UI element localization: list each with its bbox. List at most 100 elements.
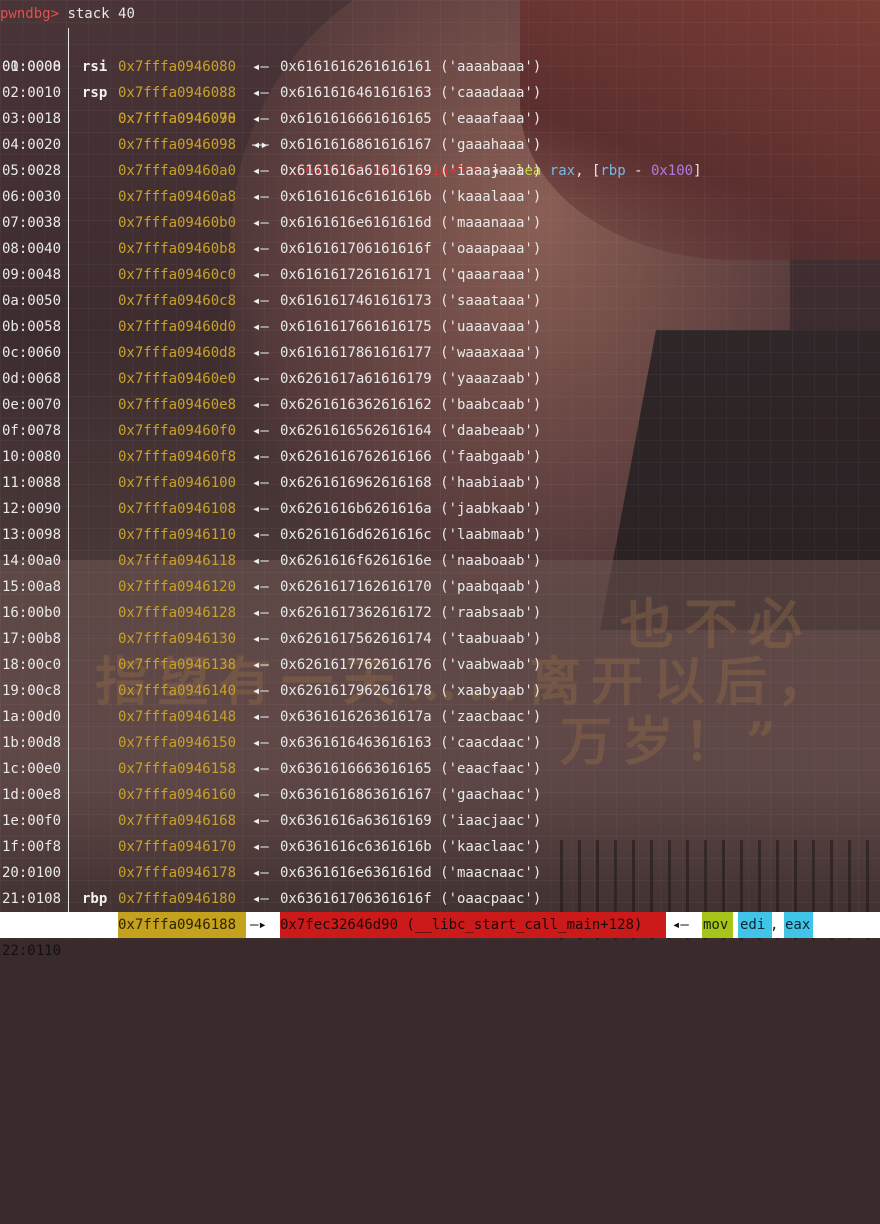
- stack-value: 0x6261616f6261616e ('naaboaab'): [280, 553, 542, 569]
- stack-value: 0x6161616261616161 ('aaaabaaa'): [280, 59, 542, 75]
- stack-offset: 13:0098: [2, 527, 62, 543]
- pointer-arrow: ◂—: [252, 865, 269, 881]
- stack-offset: 06:0030: [2, 189, 62, 205]
- stack-row: 08:0040 0x7fffa09460b8 ◂— 0x616161706161616…: [0, 236, 880, 262]
- stack-row: 01:0008 rsi 0x7fffa0946080 ◂— 0x616161626161…: [0, 54, 880, 80]
- pointer-arrow: ◂—: [252, 371, 269, 387]
- pointer-arrow: ◂—: [252, 735, 269, 751]
- stack-row: 1a:00d0 0x7fffa0946148 ◂— 0x636161626361617…: [0, 704, 880, 730]
- stack-value: 0x636161706361616f ('oaacpaac'): [280, 891, 542, 907]
- stack-value: 0x6261616d6261616c ('laabmaab'): [280, 527, 542, 543]
- pointer-arrow: ◂—: [252, 761, 269, 777]
- stack-address: 0x7fffa0946118: [118, 553, 237, 569]
- stack-value: 0x6361616e6361616d ('maacnaac'): [280, 865, 542, 881]
- stack-offset: 0b:0058: [2, 319, 62, 335]
- pointer-arrow: ◂—: [252, 189, 269, 205]
- stack-row: 0b:0058 0x7fffa09460d0 ◂— 0x616161766161617…: [0, 314, 880, 340]
- stack-row: 05:0028 0x7fffa09460a0 ◂— 0x6161616a6161616…: [0, 158, 880, 184]
- stack-value: 0x6261617a61616179 ('yaaazaab'): [280, 371, 542, 387]
- pointer-arrow: ◂—: [252, 423, 269, 439]
- stack-address: 0x7fffa0946170: [118, 839, 237, 855]
- stack-row: 14:00a0 0x7fffa0946118 ◂— 0x6261616f6261616…: [0, 548, 880, 574]
- stack-address: 0x7fffa09460b8: [118, 241, 237, 257]
- stack-offset: 09:0048: [2, 267, 62, 283]
- pointer-arrow: ◂—: [252, 475, 269, 491]
- stack-offset: 04:0020: [2, 137, 62, 153]
- stack-value: 0x6261617562616174 ('taabuaab'): [280, 631, 542, 647]
- stack-value: 0x6161616661616165 ('eaaafaaa'): [280, 111, 542, 127]
- stack-address: 0x7fffa09460d0: [118, 319, 237, 335]
- stack-offset: 19:00c8: [2, 683, 62, 699]
- stack-value: 0x6161616e6161616d ('maaanaaa'): [280, 215, 542, 231]
- stack-value: 0x6161616c6161616b ('kaaalaaa'): [280, 189, 542, 205]
- pointer-arrow: ◂—: [252, 215, 269, 231]
- stack-row: 1b:00d8 0x7fffa0946150 ◂— 0x636161646361616…: [0, 730, 880, 756]
- stack-value: 0x6261616362616162 ('baabcaab'): [280, 397, 542, 413]
- stack-offset: 1a:00d0: [2, 709, 62, 725]
- stack-value: 0x6161617461616173 ('saaataaa'): [280, 293, 542, 309]
- stack-address: 0x7fffa0946150: [118, 735, 237, 751]
- pointer-arrow: ◂—: [252, 683, 269, 699]
- stack-row: 12:0090 0x7fffa0946108 ◂— 0x6261616b6261616…: [0, 496, 880, 522]
- stack-address: 0x7fffa0946148: [118, 709, 237, 725]
- stack-offset: 0f:0078: [2, 423, 62, 439]
- stack-value: 0x6261617162616170 ('paabqaab'): [280, 579, 542, 595]
- stack-offset: 1b:00d8: [2, 735, 62, 751]
- pointer-arrow: ◂—: [252, 319, 269, 335]
- stack-row: 06:0030 0x7fffa09460a8 ◂— 0x6161616c6161616…: [0, 184, 880, 210]
- pointer-arrow: ◂—: [252, 59, 269, 75]
- annotation-arrow: ◂—: [672, 917, 689, 933]
- stack-address: 0x7fffa09460e0: [118, 371, 237, 387]
- stack-row: 11:0088 0x7fffa0946100 ◂— 0x626161696261616…: [0, 470, 880, 496]
- stack-address: 0x7fffa0946090: [118, 111, 237, 127]
- operand-eax: eax: [784, 912, 813, 938]
- stack-value: 0x6361616463616163 ('caacdaac'): [280, 735, 542, 751]
- stack-address: 0x7fffa0946098: [118, 137, 237, 153]
- stack-address: 0x7fffa09460b0: [118, 215, 237, 231]
- stack-row: 18:00c0 0x7fffa0946138 ◂— 0x626161776261617…: [0, 652, 880, 678]
- stack-offset: 14:00a0: [2, 553, 62, 569]
- stack-row: 1c:00e0 0x7fffa0946158 ◂— 0x636161666361616…: [0, 756, 880, 782]
- pointer-arrow: ◂—: [252, 501, 269, 517]
- stack-offset: 12:0090: [2, 501, 62, 517]
- stack-offset: 16:00b0: [2, 605, 62, 621]
- pointer-arrow: ◂—: [252, 813, 269, 829]
- stack-row: 0e:0070 0x7fffa09460e8 ◂— 0x626161636261616…: [0, 392, 880, 418]
- pointer-arrow: ◂—: [252, 527, 269, 543]
- stack-offset: 0e:0070: [2, 397, 62, 413]
- stack-value: 0x616161706161616f ('oaaapaaa'): [280, 241, 542, 257]
- libc-return-pointer: 0x7fec32646d90 (__libc_start_call_main+1…: [280, 912, 666, 938]
- stack-address: 0x7fffa0946188: [118, 912, 246, 938]
- stack-address: 0x7fffa0946178: [118, 865, 237, 881]
- stack-offset: 21:0108: [2, 891, 62, 907]
- stack-address: 0x7fffa0946158: [118, 761, 237, 777]
- terminal-window[interactable]: pwndbg> stack 40 00:0000 rsp 0x7fffa0946…: [0, 0, 880, 959]
- command-line[interactable]: pwndbg> stack 40: [0, 4, 135, 24]
- stack-row: 16:00b0 0x7fffa0946128 ◂— 0x626161736261617…: [0, 600, 880, 626]
- stack-address: 0x7fffa0946140: [118, 683, 237, 699]
- operand-edi: edi: [738, 912, 772, 938]
- stack-row: 21:0108 rbp 0x7fffa0946180 ◂— 0x636161706361…: [0, 886, 880, 912]
- stack-address: 0x7fffa0946168: [118, 813, 237, 829]
- stack-value: 0x6261616562616164 ('daabeaab'): [280, 423, 542, 439]
- stack-row: 10:0080 0x7fffa09460f8 ◂— 0x626161676261616…: [0, 444, 880, 470]
- stack-offset: 1e:00f0: [2, 813, 62, 829]
- pointer-arrow: ◂—: [252, 449, 269, 465]
- pointer-arrow: ◂—: [252, 163, 269, 179]
- stack-offset: 17:00b8: [2, 631, 62, 647]
- pointer-arrow: ◂—: [252, 345, 269, 361]
- register-label: rsi: [82, 59, 108, 75]
- stack-value: 0x6361616663616165 ('eaacfaac'): [280, 761, 542, 777]
- pointer-arrow: ◂—: [252, 267, 269, 283]
- pwndbg-prompt: pwndbg>: [0, 6, 60, 22]
- stack-offset: 1c:00e0: [2, 761, 62, 777]
- stack-value: 0x6261617762616176 ('vaabwaab'): [280, 657, 542, 673]
- pointer-arrow: ◂—: [252, 137, 269, 153]
- stack-value: 0x6261616762616166 ('faabgaab'): [280, 449, 542, 465]
- stack-value: 0x6161617261616171 ('qaaaraaa'): [280, 267, 542, 283]
- stack-row-return-address: 22:0110 0x7fffa0946188 —▸ 0x7fec32646d90…: [0, 912, 880, 959]
- stack-address: 0x7fffa09460a8: [118, 189, 237, 205]
- stack-value: 0x6161617861616177 ('waaaxaaa'): [280, 345, 542, 361]
- stack-row: 07:0038 0x7fffa09460b0 ◂— 0x6161616e6161616…: [0, 210, 880, 236]
- stack-value: 0x6161617661616175 ('uaaavaaa'): [280, 319, 542, 335]
